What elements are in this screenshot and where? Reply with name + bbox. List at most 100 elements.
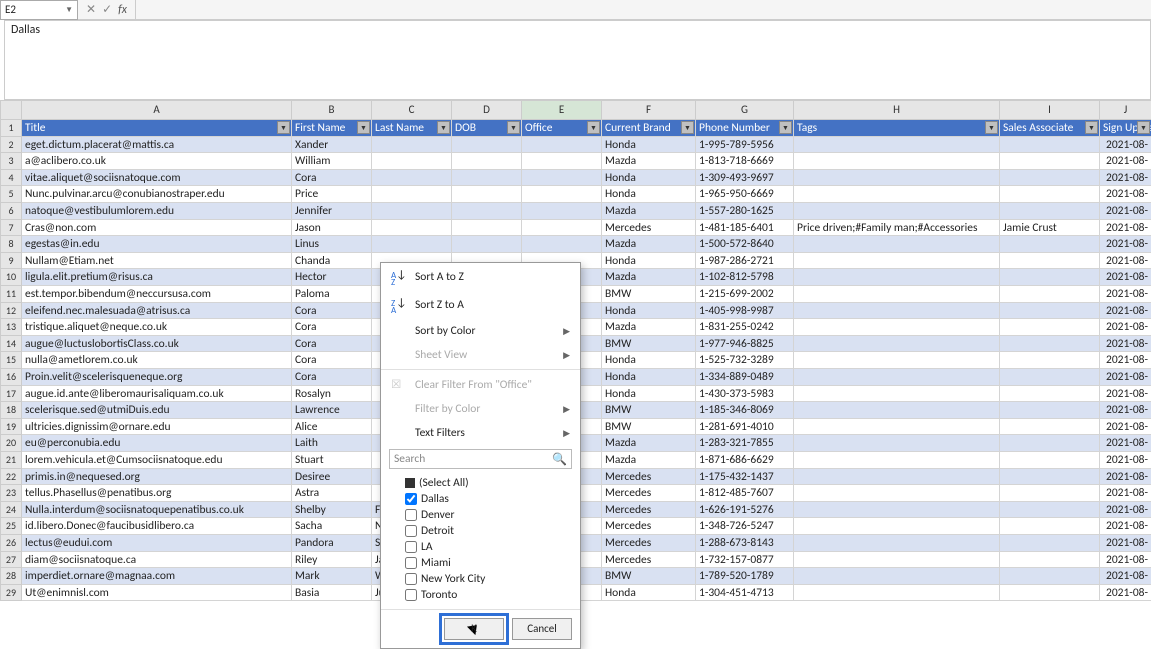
- cell[interactable]: Desiree: [292, 469, 372, 486]
- cell[interactable]: 2021-08-: [1100, 170, 1151, 187]
- cell[interactable]: Honda: [602, 170, 696, 187]
- filter-button[interactable]: ▼: [277, 121, 290, 134]
- cell[interactable]: [1000, 469, 1100, 486]
- cell[interactable]: Cras@non.com: [22, 220, 292, 237]
- cell[interactable]: [1000, 485, 1100, 502]
- row-header-1[interactable]: 1: [0, 120, 22, 137]
- cell[interactable]: augue@luctuslobortisClass.co.uk: [22, 336, 292, 353]
- cell[interactable]: Honda: [602, 369, 696, 386]
- row-header-3[interactable]: 3: [0, 153, 22, 170]
- row-header-13[interactable]: 13: [0, 319, 22, 336]
- cell[interactable]: ultricies.dignissim@ornare.edu: [22, 419, 292, 436]
- cell[interactable]: lectus@eudui.com: [22, 535, 292, 552]
- cell[interactable]: [522, 186, 602, 203]
- cell[interactable]: Price: [292, 186, 372, 203]
- row-header-17[interactable]: 17: [0, 386, 22, 403]
- cell[interactable]: diam@sociisnatoque.ca: [22, 552, 292, 569]
- filter-button[interactable]: ▼: [1137, 121, 1150, 134]
- cell[interactable]: 2021-08-: [1100, 402, 1151, 419]
- fx-icon[interactable]: fx: [118, 3, 127, 17]
- cell[interactable]: [1000, 336, 1100, 353]
- cell[interactable]: Honda: [602, 253, 696, 270]
- cell[interactable]: Jason: [292, 220, 372, 237]
- cell[interactable]: Mercedes: [602, 220, 696, 237]
- cell[interactable]: 2021-08-: [1100, 137, 1151, 154]
- cell[interactable]: Mazda: [602, 319, 696, 336]
- cell[interactable]: [1000, 319, 1100, 336]
- cell[interactable]: 2021-08-: [1100, 153, 1151, 170]
- cell[interactable]: Chanda: [292, 253, 372, 270]
- column-header-A[interactable]: A: [22, 100, 292, 120]
- filter-button[interactable]: ▼: [357, 121, 370, 134]
- cell[interactable]: 2021-08-: [1100, 253, 1151, 270]
- cell[interactable]: [522, 153, 602, 170]
- cell[interactable]: [452, 137, 522, 154]
- cell[interactable]: 1-500-572-8640: [696, 236, 794, 253]
- cell[interactable]: 1-732-157-0877: [696, 552, 794, 569]
- cell[interactable]: Mercedes: [602, 535, 696, 552]
- cell[interactable]: 2021-08-: [1100, 269, 1151, 286]
- row-header-25[interactable]: 25: [0, 518, 22, 535]
- cell[interactable]: Mark: [292, 568, 372, 585]
- row-header-12[interactable]: 12: [0, 303, 22, 320]
- cell[interactable]: Lawrence: [292, 402, 372, 419]
- cell[interactable]: [372, 170, 452, 187]
- cell[interactable]: 1-304-451-4713: [696, 585, 794, 602]
- cell[interactable]: augue.id.ante@liberomaurisaliquam.co.uk: [22, 386, 292, 403]
- cell[interactable]: [794, 153, 1000, 170]
- cell[interactable]: Cora: [292, 352, 372, 369]
- cell[interactable]: BMW: [602, 419, 696, 436]
- row-header-28[interactable]: 28: [0, 568, 22, 585]
- cell[interactable]: [794, 319, 1000, 336]
- cell[interactable]: [522, 203, 602, 220]
- cell[interactable]: Honda: [602, 186, 696, 203]
- cell[interactable]: 2021-08-: [1100, 203, 1151, 220]
- cell[interactable]: [1000, 452, 1100, 469]
- cell[interactable]: [1000, 518, 1100, 535]
- cell[interactable]: Mercedes: [602, 552, 696, 569]
- cell[interactable]: eleifend.nec.malesuada@atrisus.ca: [22, 303, 292, 320]
- cell[interactable]: Honda: [602, 137, 696, 154]
- cell[interactable]: 2021-08-: [1100, 303, 1151, 320]
- filter-option-dallas[interactable]: Dallas: [405, 491, 572, 507]
- cell[interactable]: 2021-08-: [1100, 535, 1151, 552]
- cell[interactable]: 1-405-998-9987: [696, 303, 794, 320]
- cell[interactable]: 1-812-485-7607: [696, 485, 794, 502]
- cell[interactable]: 2021-08-: [1100, 452, 1151, 469]
- cell[interactable]: [794, 286, 1000, 303]
- row-header-16[interactable]: 16: [0, 369, 22, 386]
- cell[interactable]: 1-871-686-6629: [696, 452, 794, 469]
- cell[interactable]: 1-430-373-5983: [696, 386, 794, 403]
- cell[interactable]: [1000, 253, 1100, 270]
- column-header-G[interactable]: G: [696, 100, 794, 120]
- cell[interactable]: [794, 253, 1000, 270]
- cell[interactable]: [1000, 435, 1100, 452]
- cell[interactable]: scelerisque.sed@utmiDuis.edu: [22, 402, 292, 419]
- row-header-21[interactable]: 21: [0, 452, 22, 469]
- cell[interactable]: [1000, 137, 1100, 154]
- cell[interactable]: Shelby: [292, 502, 372, 519]
- row-header-26[interactable]: 26: [0, 535, 22, 552]
- cell[interactable]: Cora: [292, 319, 372, 336]
- cell[interactable]: 2021-08-: [1100, 485, 1151, 502]
- cell[interactable]: Price driven;#Family man;#Accessories: [794, 220, 1000, 237]
- cell[interactable]: Cora: [292, 369, 372, 386]
- cell[interactable]: [452, 236, 522, 253]
- cell[interactable]: [1000, 369, 1100, 386]
- cell[interactable]: vitae.aliquet@sociisnatoque.com: [22, 170, 292, 187]
- cell[interactable]: 2021-08-: [1100, 352, 1151, 369]
- cell[interactable]: imperdiet.ornare@magnaa.com: [22, 568, 292, 585]
- cell[interactable]: 2021-08-: [1100, 568, 1151, 585]
- select-all-cells[interactable]: [0, 100, 22, 120]
- cell[interactable]: lorem.vehicula.et@Cumsociisnatoque.edu: [22, 452, 292, 469]
- cell[interactable]: 1-281-691-4010: [696, 419, 794, 436]
- cell[interactable]: Rosalyn: [292, 386, 372, 403]
- filter-search-input[interactable]: Search 🔍: [389, 449, 572, 469]
- cell[interactable]: 1-175-432-1437: [696, 469, 794, 486]
- filter-option-la[interactable]: LA: [405, 539, 572, 555]
- cell[interactable]: 2021-08-: [1100, 336, 1151, 353]
- row-header-24[interactable]: 24: [0, 502, 22, 519]
- sort-a-to-z[interactable]: AZ↓ Sort A to Z: [381, 263, 580, 291]
- cell[interactable]: [372, 236, 452, 253]
- cell[interactable]: 2021-08-: [1100, 552, 1151, 569]
